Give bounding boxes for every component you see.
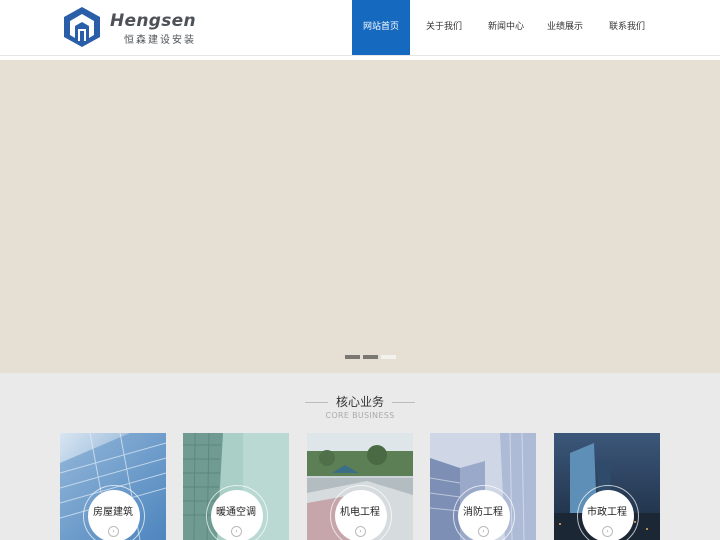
- chevron-right-circle-icon[interactable]: ›: [355, 526, 366, 537]
- business-card-building[interactable]: 房屋建筑 ›: [60, 433, 166, 540]
- business-card-municipal[interactable]: 市政工程 ›: [554, 433, 660, 540]
- chevron-right-circle-icon[interactable]: ›: [478, 526, 489, 537]
- hero-banner: [0, 60, 720, 373]
- title-divider-right: [392, 402, 415, 403]
- nav-item-contact[interactable]: 联系我们: [596, 0, 658, 55]
- logo[interactable]: Hengsen 恒森建设安装: [60, 4, 200, 50]
- core-business-section: 核心业务 CORE BUSINESS 房屋建筑 › 暖通空调 › 机电工程 › …: [0, 373, 720, 540]
- business-card-fire[interactable]: 消防工程 ›: [430, 433, 536, 540]
- nav-item-home[interactable]: 网站首页: [352, 0, 410, 55]
- section-subtitle: CORE BUSINESS: [325, 411, 395, 420]
- card-label: 市政工程: [587, 507, 627, 518]
- brand-name: Hengsen: [110, 11, 196, 31]
- brand-subtitle: 恒森建设安装: [124, 35, 196, 46]
- card-label: 机电工程: [340, 507, 380, 518]
- slider-dot-2[interactable]: [363, 355, 378, 359]
- nav-item-about[interactable]: 关于我们: [410, 0, 478, 55]
- slider-dot-1[interactable]: [345, 355, 360, 359]
- nav-item-projects[interactable]: 业绩展示: [534, 0, 596, 55]
- slider-pagination: [345, 355, 396, 359]
- nav-item-news[interactable]: 新闻中心: [478, 0, 534, 55]
- card-label: 消防工程: [463, 507, 503, 518]
- main-nav: 网站首页 关于我们 新闻中心 业绩展示 联系我们: [352, 0, 658, 55]
- chevron-right-circle-icon[interactable]: ›: [108, 526, 119, 537]
- card-label: 房屋建筑: [93, 507, 133, 518]
- chevron-right-circle-icon[interactable]: ›: [231, 526, 242, 537]
- site-header: Hengsen 恒森建设安装 网站首页 关于我们 新闻中心 业绩展示 联系我们: [0, 0, 720, 56]
- slider-dot-3[interactable]: [381, 355, 396, 359]
- hexagon-house-icon: [64, 7, 100, 47]
- business-card-hvac[interactable]: 暖通空调 ›: [183, 433, 289, 540]
- section-title: 核心业务: [335, 395, 384, 409]
- card-label: 暖通空调: [216, 507, 256, 518]
- chevron-right-circle-icon[interactable]: ›: [602, 526, 613, 537]
- business-card-mep[interactable]: 机电工程 ›: [307, 433, 413, 540]
